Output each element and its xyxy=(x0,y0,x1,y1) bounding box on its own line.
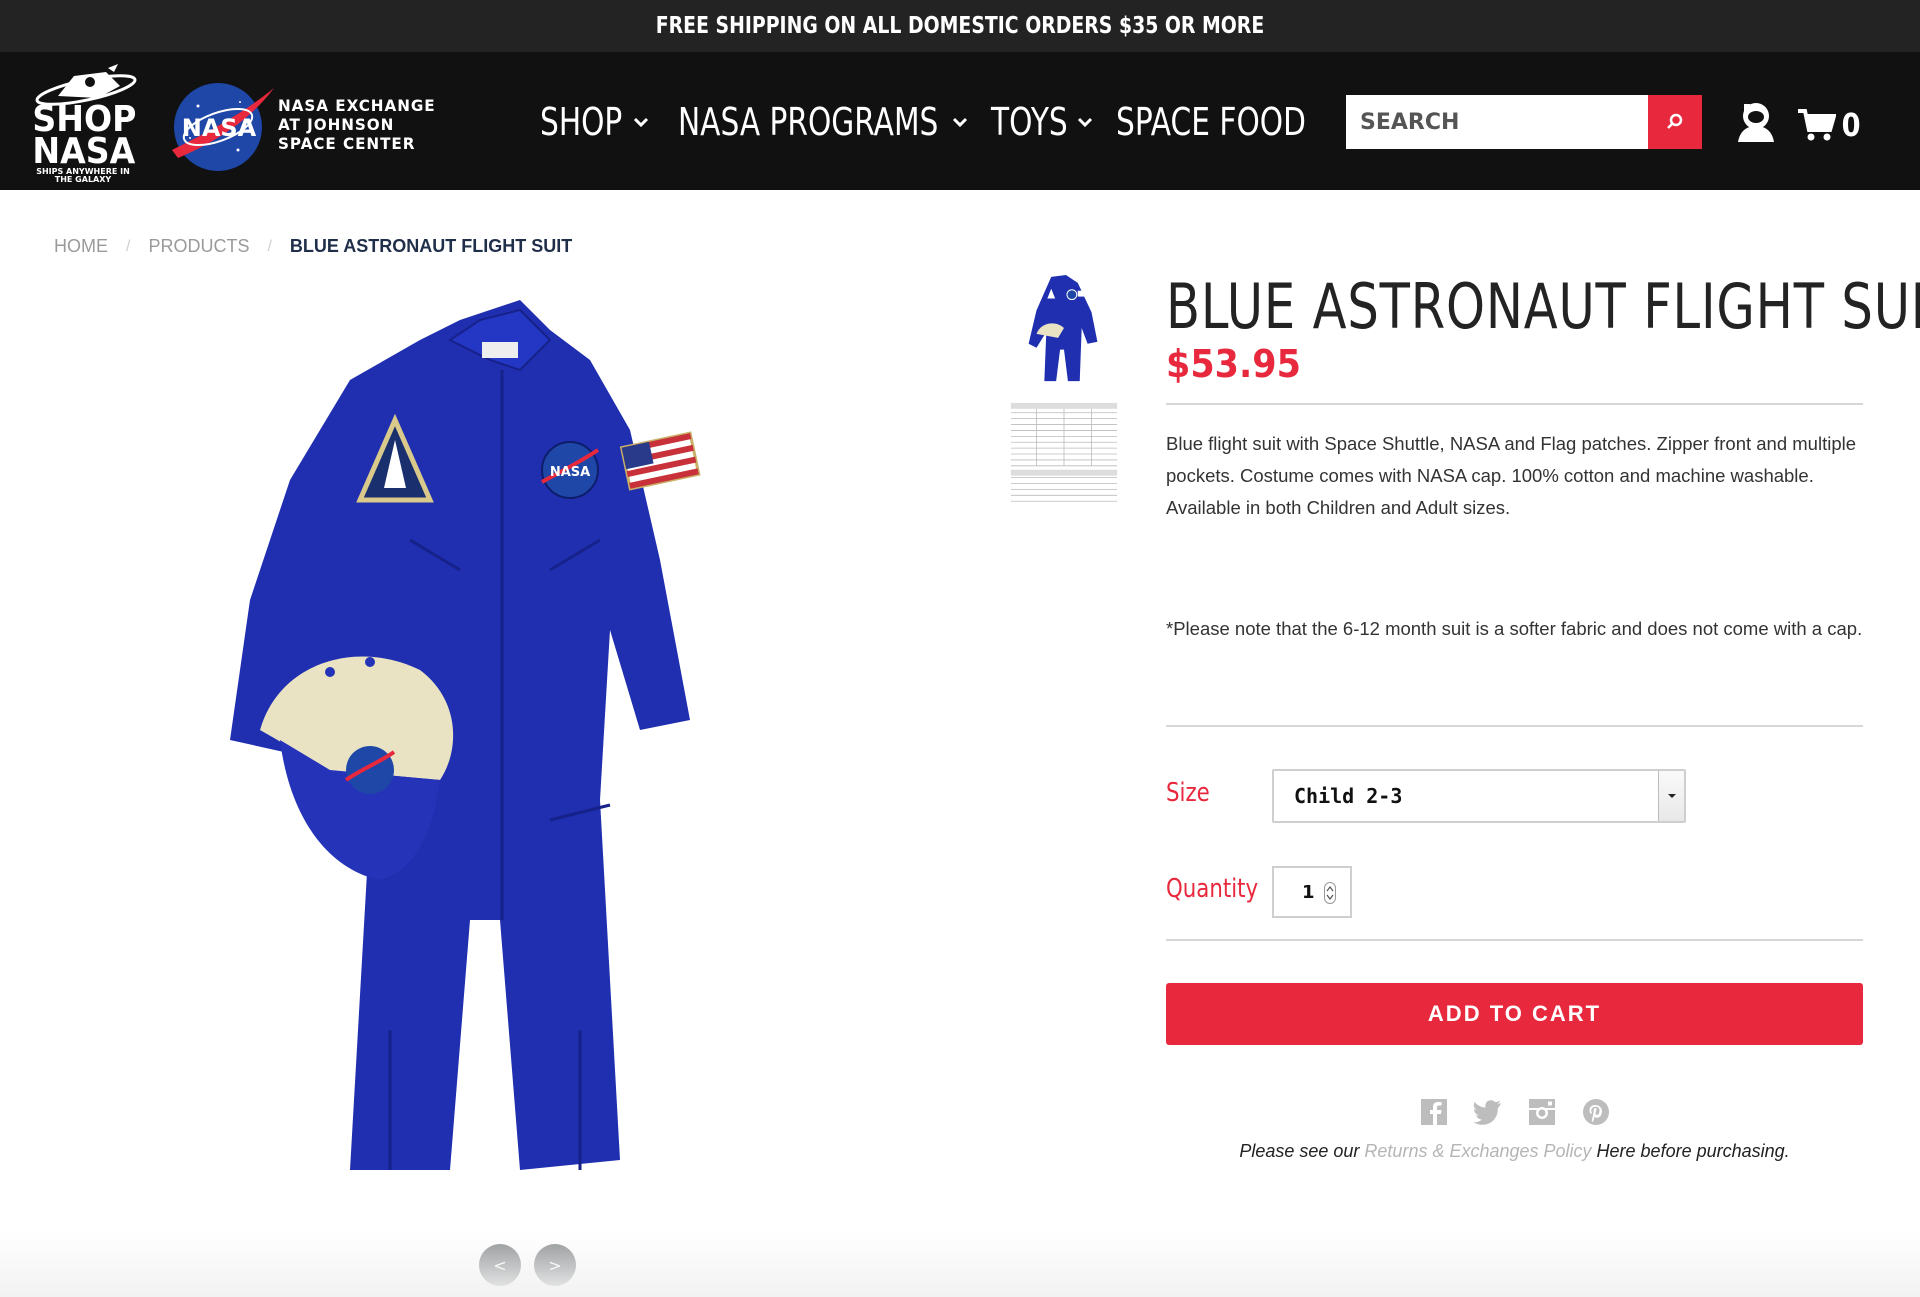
add-to-cart-button[interactable]: ADD TO CART xyxy=(1166,983,1863,1045)
product-description: Blue flight suit with Space Shuttle, NAS… xyxy=(1166,433,1857,518)
nasa-meatball-logo[interactable]: NASA xyxy=(170,80,274,174)
returns-policy-link[interactable]: Returns & Exchanges Policy xyxy=(1364,1141,1591,1161)
divider xyxy=(1166,403,1863,405)
breadcrumb-products[interactable]: PRODUCTS xyxy=(148,236,249,257)
instagram-icon[interactable] xyxy=(1526,1096,1558,1128)
account-button[interactable] xyxy=(1734,96,1778,144)
quantity-label: Quantity xyxy=(1166,874,1259,904)
nav-toys[interactable]: TOYS xyxy=(991,100,1093,144)
social-share xyxy=(1418,1096,1612,1128)
shop-nasa-logo[interactable]: SHOP NASA SHIPS ANYWHERE IN THE GALAXY xyxy=(28,62,138,184)
search-input[interactable] xyxy=(1346,95,1648,149)
astronaut-account-icon xyxy=(1738,103,1774,142)
dropdown-arrow-icon xyxy=(1658,771,1684,821)
stepper-arrows-icon xyxy=(1326,886,1334,900)
size-selected-value: Child 2-3 xyxy=(1294,784,1403,808)
chevron-down-icon xyxy=(1077,117,1092,128)
promo-text: FREE SHIPPING ON ALL DOMESTIC ORDERS $35… xyxy=(655,13,1265,39)
main-nav: SHOP NASA PROGRAMS TOYS SPACE FOOD xyxy=(540,100,1381,144)
breadcrumb: HOME / PRODUCTS / BLUE ASTRONAUT FLIGHT … xyxy=(54,236,572,257)
product-note: *Please note that the 6-12 month suit is… xyxy=(1166,618,1863,639)
cart-icon xyxy=(1798,109,1836,141)
exchange-name: NASA EXCHANGE AT JOHNSON SPACE CENTER xyxy=(278,96,436,153)
quantity-input[interactable]: 1 xyxy=(1272,866,1352,918)
twitter-icon[interactable] xyxy=(1472,1096,1504,1128)
product-main-image[interactable]: NASA xyxy=(220,300,820,1200)
size-chart-thumbnail[interactable] xyxy=(1006,398,1122,514)
pinterest-icon[interactable] xyxy=(1580,1096,1612,1128)
nav-nasa-programs[interactable]: NASA PROGRAMS xyxy=(678,100,970,144)
breadcrumb-separator: / xyxy=(267,237,272,255)
nasa-patch-text: NASA xyxy=(550,465,590,480)
search-button[interactable] xyxy=(1648,95,1702,149)
nasa-logo-text: NASA xyxy=(182,114,257,142)
nav-shop[interactable]: SHOP xyxy=(540,100,650,144)
cart-button[interactable]: 0 xyxy=(1798,102,1868,148)
size-label: Size xyxy=(1166,778,1210,808)
search-icon xyxy=(1667,113,1683,129)
search-box xyxy=(1346,95,1702,149)
chevron-down-icon xyxy=(633,117,648,128)
quantity-stepper[interactable] xyxy=(1324,882,1336,904)
shop-nasa-tagline: SHIPS ANYWHERE IN THE GALAXY xyxy=(36,167,130,184)
cart-count: 0 xyxy=(1841,106,1861,144)
bottom-fade xyxy=(0,1230,1920,1297)
facebook-icon[interactable] xyxy=(1418,1096,1450,1128)
chevron-down-icon xyxy=(953,117,968,128)
site-header: SHOP NASA SHIPS ANYWHERE IN THE GALAXY N… xyxy=(0,52,1920,190)
divider xyxy=(1166,939,1863,941)
flight-suit-thumbnail[interactable] xyxy=(1006,272,1122,388)
divider xyxy=(1166,725,1863,727)
shop-nasa-wordmark: SHOP NASA xyxy=(32,99,137,172)
breadcrumb-home[interactable]: HOME xyxy=(54,236,108,257)
promo-bar: FREE SHIPPING ON ALL DOMESTIC ORDERS $35… xyxy=(0,0,1920,52)
nav-space-food[interactable]: SPACE FOOD xyxy=(1116,100,1360,144)
policy-note: Please see our Returns & Exchanges Polic… xyxy=(1239,1141,1790,1161)
quantity-value: 1 xyxy=(1302,881,1315,903)
size-select[interactable]: Child 2-3 xyxy=(1272,769,1686,823)
breadcrumb-separator: / xyxy=(126,237,131,255)
product-price: $53.95 xyxy=(1166,342,1301,386)
breadcrumb-current: BLUE ASTRONAUT FLIGHT SUIT xyxy=(289,236,573,256)
product-title: BLUE ASTRONAUT FLIGHT SUIT xyxy=(1166,270,1920,343)
